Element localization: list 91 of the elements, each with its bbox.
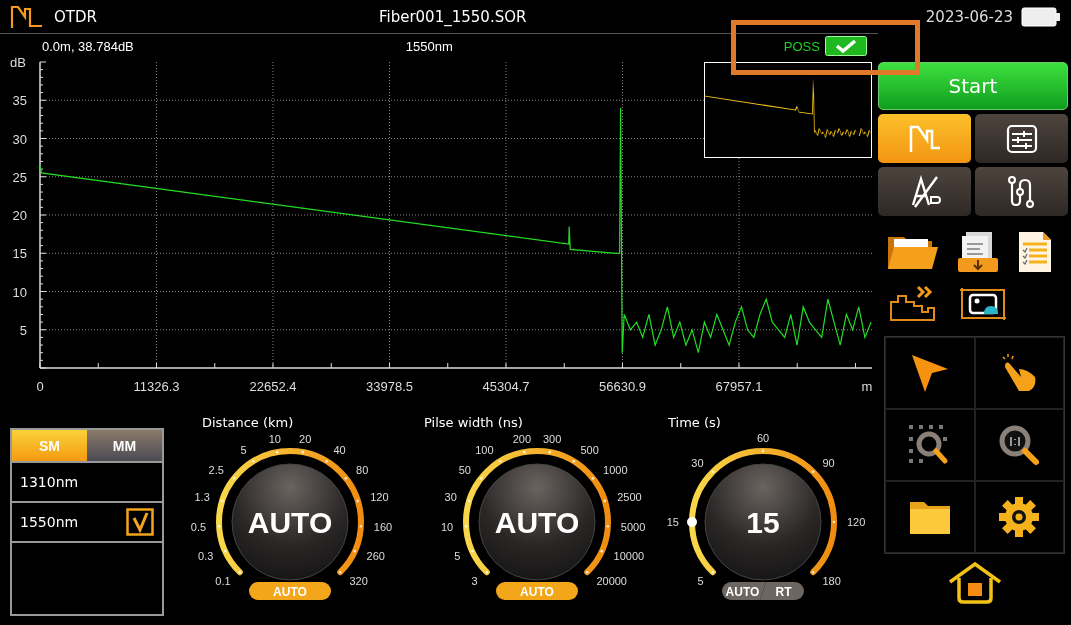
- scale-label: 40: [333, 444, 346, 457]
- scale-label: 90: [822, 456, 835, 469]
- save-to-tray-icon[interactable]: [956, 230, 1001, 274]
- scale-label: 30: [444, 491, 457, 503]
- battery-icon: [1021, 7, 1061, 27]
- zoom-area-button[interactable]: [885, 409, 975, 481]
- y-tick-label: 30: [12, 131, 27, 147]
- scale-label: 120: [370, 491, 389, 503]
- wavelength-label: 1310nm: [20, 474, 79, 490]
- scale-label: 15: [666, 516, 679, 528]
- scale-label: 0.3: [198, 550, 214, 563]
- file-name: Fiber001_1550.SOR: [378, 7, 527, 26]
- wavelength-label: 1550nm: [20, 514, 79, 530]
- dial-knob[interactable]: 15: [704, 463, 822, 581]
- scale-label: 5000: [620, 521, 646, 534]
- scale-label: 500: [580, 444, 599, 457]
- scale-label: 10: [440, 521, 454, 534]
- x-tick-label: 67957.1: [715, 379, 763, 394]
- mode-button[interactable]: RT: [760, 582, 804, 600]
- zoom-reset-button[interactable]: [974, 409, 1064, 481]
- scale-label: 5: [697, 575, 704, 588]
- x-axis-unit: m: [861, 379, 873, 394]
- y-tick-label: 25: [12, 169, 27, 185]
- y-tick-label: 35: [12, 93, 27, 109]
- scale-label: 20: [299, 433, 312, 446]
- scale-label: 3: [471, 575, 478, 588]
- scale-label: 2500: [617, 491, 642, 503]
- dial-pointer[interactable]: [687, 517, 697, 527]
- wavelength-row[interactable]: 1550nm: [12, 503, 162, 543]
- scale-label: 0.1: [215, 575, 231, 588]
- mode-tile[interactable]: [878, 167, 971, 216]
- scale-label: 300: [542, 433, 562, 446]
- gauge-title: Distance (km): [202, 415, 295, 427]
- cursor-arrow-button[interactable]: [885, 337, 975, 409]
- scale-label: 30: [691, 456, 704, 469]
- wavelength-label: 1550nm: [405, 38, 453, 54]
- home-icon[interactable]: [946, 562, 1003, 604]
- x-tick-label: 56630.9: [599, 379, 646, 394]
- scale-label: 10000: [613, 550, 645, 563]
- x-tick-label: 33978.5: [366, 379, 413, 394]
- scale-label: 0.5: [190, 521, 207, 534]
- scale-label: 320: [349, 575, 368, 588]
- gauge-title: Time (s): [668, 415, 722, 427]
- wavelength-row[interactable]: 1310nm: [12, 463, 162, 503]
- scale-label: 260: [366, 550, 385, 563]
- scale-label: 20000: [596, 575, 627, 588]
- y-tick-label: 20: [12, 208, 27, 223]
- scale-label: 120: [847, 516, 866, 528]
- scale-label: 180: [822, 575, 841, 588]
- gauge-title: Pilse width (ns): [424, 415, 524, 427]
- sliders-icon: [1005, 123, 1038, 154]
- scale-label: 5: [454, 550, 461, 563]
- y-tick-label: 15: [12, 246, 27, 262]
- scale-label: 2.5: [208, 464, 224, 477]
- scale-label: 1.3: [194, 491, 210, 503]
- x-tick-label: 11326.3: [133, 379, 180, 394]
- dial-knob[interactable]: AUTO: [231, 463, 349, 581]
- mode-tile[interactable]: [975, 167, 1068, 216]
- checked-checkbox[interactable]: [126, 508, 154, 536]
- report-document-icon[interactable]: [1016, 230, 1053, 274]
- event-steps-icon[interactable]: [888, 284, 938, 324]
- x-tick-label: 22652.4: [249, 379, 297, 394]
- y-tick-label: 10: [12, 284, 27, 300]
- mode-tile[interactable]: [975, 114, 1068, 163]
- y-tick-label: 5: [19, 322, 27, 338]
- scale-label: 60: [756, 432, 770, 444]
- x-tick-label: 0: [36, 379, 44, 394]
- scale-label: 200: [512, 433, 532, 446]
- settings-button[interactable]: [974, 481, 1064, 553]
- mode-tile[interactable]: [878, 114, 971, 163]
- verdict-label: POSS: [783, 38, 820, 54]
- scale-label: 100: [475, 444, 494, 457]
- app-title: OTDR: [54, 7, 97, 26]
- touch-hand-button[interactable]: [974, 337, 1064, 409]
- scale-label: 50: [458, 464, 471, 477]
- date-label: 2023-06-23: [925, 8, 1013, 26]
- fiber-mode-tab[interactable]: MM: [87, 430, 162, 461]
- dial-knob[interactable]: AUTO: [478, 463, 596, 581]
- settings-icon: [997, 495, 1042, 539]
- magnifier-icon: [997, 423, 1042, 467]
- scale-label: 80: [356, 464, 369, 477]
- scale-label: 5: [240, 444, 247, 457]
- scale-label: 160: [373, 521, 393, 534]
- y-axis-unit: dB: [10, 58, 26, 70]
- mode-button[interactable]: AUTO: [722, 582, 766, 600]
- folder-button[interactable]: [885, 481, 975, 553]
- cursor-reading: 0.0m, 38.784dB: [42, 38, 134, 54]
- x-tick-label: 45304.7: [482, 379, 530, 394]
- scale-label: 10: [268, 433, 281, 446]
- scale-label: 1000: [603, 464, 628, 477]
- trace-logo-icon: [10, 3, 44, 30]
